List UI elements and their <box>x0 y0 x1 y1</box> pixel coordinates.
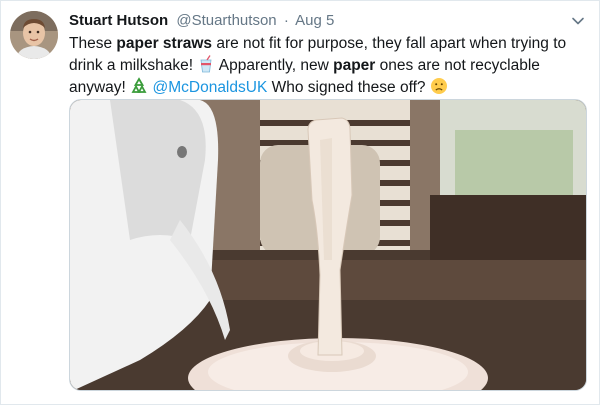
tweet-text-bold: paper <box>333 57 376 74</box>
tweet-text-bold: paper straws <box>116 35 213 52</box>
tweet-text-segment: These <box>69 35 117 52</box>
tweet-card[interactable]: Stuart Hutson @Stuarthutson · Aug 5 Thes… <box>0 0 600 405</box>
cup-with-straw-icon <box>197 55 215 73</box>
tweet-media-photo[interactable] <box>69 99 587 391</box>
slightly-frowning-face-icon <box>430 77 448 95</box>
separator: · <box>283 12 289 29</box>
chevron-down-icon[interactable] <box>571 14 585 28</box>
recycling-symbol-icon <box>130 77 148 95</box>
avatar[interactable] <box>10 11 58 59</box>
tweet-text-segment: Who signed these off? <box>267 79 430 96</box>
tweet-date[interactable]: Aug 5 <box>295 12 334 29</box>
mention-link[interactable]: @McDonaldsUK <box>152 79 267 96</box>
display-name[interactable]: Stuart Hutson <box>69 12 168 29</box>
tweet-header: Stuart Hutson @Stuarthutson · Aug 5 <box>69 11 334 31</box>
tweet-text-segment: Apparently, new <box>215 57 334 74</box>
tweet-text: These paper straws are not fit for purpo… <box>69 33 589 99</box>
user-handle[interactable]: @Stuarthutson <box>176 12 276 29</box>
